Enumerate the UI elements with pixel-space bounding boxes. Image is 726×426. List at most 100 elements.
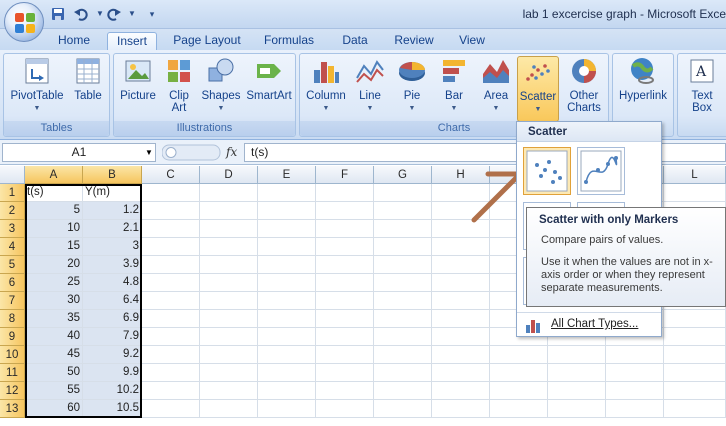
cell-l11[interactable] — [664, 364, 726, 382]
cell-c5[interactable] — [142, 256, 200, 274]
cell-b9[interactable]: 7.9 — [83, 328, 142, 346]
col-header-e[interactable]: E — [258, 166, 316, 184]
clip-art-button[interactable]: Clip Art — [162, 56, 196, 114]
cell-d8[interactable] — [200, 310, 258, 328]
insert-function-icon[interactable]: fx — [226, 145, 237, 159]
cell-a12[interactable]: 55 — [25, 382, 83, 400]
cell-a10[interactable]: 45 — [25, 346, 83, 364]
cell-g13[interactable] — [374, 400, 432, 418]
cell-d4[interactable] — [200, 238, 258, 256]
cell-h11[interactable] — [432, 364, 490, 382]
cell-a11[interactable]: 50 — [25, 364, 83, 382]
col-header-a[interactable]: A — [25, 166, 83, 184]
cell-c1[interactable] — [142, 184, 200, 202]
cell-c6[interactable] — [142, 274, 200, 292]
cell-h12[interactable] — [432, 382, 490, 400]
cell-h10[interactable] — [432, 346, 490, 364]
cell-c4[interactable] — [142, 238, 200, 256]
cell-c8[interactable] — [142, 310, 200, 328]
cell-j13[interactable] — [548, 400, 606, 418]
cell-g5[interactable] — [374, 256, 432, 274]
cell-j10[interactable] — [548, 346, 606, 364]
col-header-c[interactable]: C — [142, 166, 200, 184]
scatter-chart-button[interactable]: Scatter ▼ — [517, 56, 559, 122]
cell-b1[interactable]: Y(m) — [83, 184, 142, 202]
tab-insert[interactable]: Insert — [107, 32, 157, 50]
cell-d1[interactable] — [200, 184, 258, 202]
tab-home[interactable]: Home — [53, 32, 95, 50]
redo-dropdown-icon[interactable]: ▼ — [124, 6, 140, 22]
cell-a7[interactable]: 30 — [25, 292, 83, 310]
row-header-6[interactable]: 6 — [0, 274, 25, 292]
cell-c9[interactable] — [142, 328, 200, 346]
table-button[interactable]: Table — [68, 56, 108, 102]
cell-f2[interactable] — [316, 202, 374, 220]
cell-h13[interactable] — [432, 400, 490, 418]
row-header-13[interactable]: 13 — [0, 400, 25, 418]
row-header-12[interactable]: 12 — [0, 382, 25, 400]
cell-e3[interactable] — [258, 220, 316, 238]
scatter-smooth-lines-option[interactable] — [577, 147, 625, 195]
cell-b10[interactable]: 9.2 — [83, 346, 142, 364]
col-header-d[interactable]: D — [200, 166, 258, 184]
row-header-9[interactable]: 9 — [0, 328, 25, 346]
cell-e11[interactable] — [258, 364, 316, 382]
cell-b3[interactable]: 2.1 — [83, 220, 142, 238]
cell-e5[interactable] — [258, 256, 316, 274]
cell-b5[interactable]: 3.9 — [83, 256, 142, 274]
cell-d7[interactable] — [200, 292, 258, 310]
text-box-button[interactable]: A Text Box — [682, 56, 722, 114]
cell-f4[interactable] — [316, 238, 374, 256]
cell-b11[interactable]: 9.9 — [83, 364, 142, 382]
cell-h9[interactable] — [432, 328, 490, 346]
cell-e1[interactable] — [258, 184, 316, 202]
cell-f10[interactable] — [316, 346, 374, 364]
column-chart-button[interactable]: Column ▼ — [304, 56, 348, 115]
cell-f6[interactable] — [316, 274, 374, 292]
cell-i12[interactable] — [490, 382, 548, 400]
cell-a5[interactable]: 20 — [25, 256, 83, 274]
cell-a3[interactable]: 10 — [25, 220, 83, 238]
all-chart-types-item[interactable]: All Chart Types... — [517, 312, 661, 336]
cell-d12[interactable] — [200, 382, 258, 400]
row-header-7[interactable]: 7 — [0, 292, 25, 310]
cell-l9[interactable] — [664, 328, 726, 346]
cell-b2[interactable]: 1.2 — [83, 202, 142, 220]
cell-l12[interactable] — [664, 382, 726, 400]
cell-e6[interactable] — [258, 274, 316, 292]
name-box-dropdown-icon[interactable]: ▼ — [145, 148, 153, 157]
tab-view[interactable]: View — [452, 32, 492, 50]
cell-e13[interactable] — [258, 400, 316, 418]
cell-f13[interactable] — [316, 400, 374, 418]
cell-l8[interactable] — [664, 310, 726, 328]
cell-g9[interactable] — [374, 328, 432, 346]
cell-e8[interactable] — [258, 310, 316, 328]
col-header-g[interactable]: G — [374, 166, 432, 184]
cell-l10[interactable] — [664, 346, 726, 364]
row-header-5[interactable]: 5 — [0, 256, 25, 274]
cell-d6[interactable] — [200, 274, 258, 292]
cell-c11[interactable] — [142, 364, 200, 382]
cell-a13[interactable]: 60 — [25, 400, 83, 418]
cell-d11[interactable] — [200, 364, 258, 382]
cell-f12[interactable] — [316, 382, 374, 400]
cell-f5[interactable] — [316, 256, 374, 274]
cell-c12[interactable] — [142, 382, 200, 400]
cell-a6[interactable]: 25 — [25, 274, 83, 292]
cell-c10[interactable] — [142, 346, 200, 364]
row-header-2[interactable]: 2 — [0, 202, 25, 220]
cell-g6[interactable] — [374, 274, 432, 292]
cell-c7[interactable] — [142, 292, 200, 310]
cell-f9[interactable] — [316, 328, 374, 346]
cell-g8[interactable] — [374, 310, 432, 328]
cell-g4[interactable] — [374, 238, 432, 256]
cell-g10[interactable] — [374, 346, 432, 364]
row-header-10[interactable]: 10 — [0, 346, 25, 364]
name-box[interactable]: A1 — [2, 143, 156, 162]
cell-l1[interactable] — [664, 184, 726, 202]
cell-b4[interactable]: 3 — [83, 238, 142, 256]
cell-l13[interactable] — [664, 400, 726, 418]
col-header-f[interactable]: F — [316, 166, 374, 184]
scatter-markers-only-option[interactable] — [523, 147, 571, 195]
cell-h7[interactable] — [432, 292, 490, 310]
